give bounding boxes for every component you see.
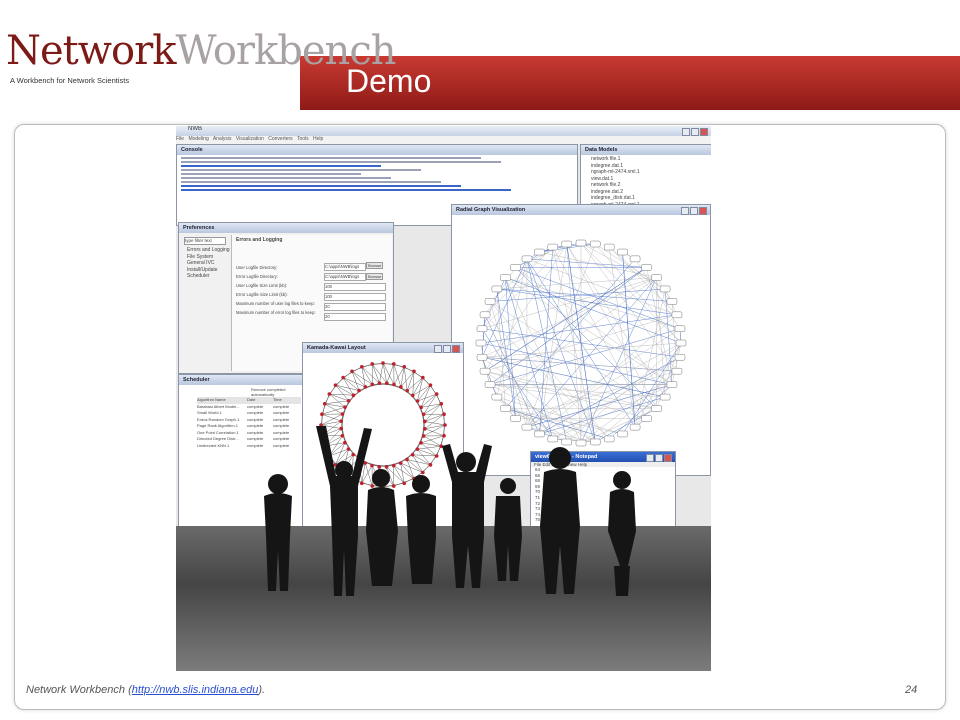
silhouette-person — [540, 447, 580, 594]
logo-network: Network — [6, 28, 176, 74]
demo-screenshot: NWB File Modeling Analysis Visualization… — [176, 126, 711, 671]
slide-title: Demo — [346, 63, 432, 99]
silhouette-person — [316, 426, 372, 596]
people-silhouettes — [264, 426, 636, 596]
silhouette-person — [442, 444, 492, 588]
page-number: 24 — [905, 684, 918, 696]
silhouette-person — [494, 478, 522, 581]
logo-tagline: A Workbench for Network Scientists — [10, 76, 130, 85]
title-banner: NetworkWorkbench A Workbench for Network… — [0, 0, 960, 112]
silhouette-person — [608, 471, 636, 596]
footer-text-end: ). — [258, 684, 266, 696]
silhouette-person — [264, 474, 292, 591]
footer-text: Network Workbench ( — [26, 684, 132, 696]
silhouette-person — [406, 475, 436, 584]
footer-citation: Network Workbench (http://nwb.slis.india… — [26, 684, 265, 696]
nwb-logo: NetworkWorkbench — [6, 28, 396, 74]
silhouette-person — [366, 469, 398, 586]
footer-link[interactable]: http://nwb.slis.indiana.edu — [132, 684, 259, 696]
